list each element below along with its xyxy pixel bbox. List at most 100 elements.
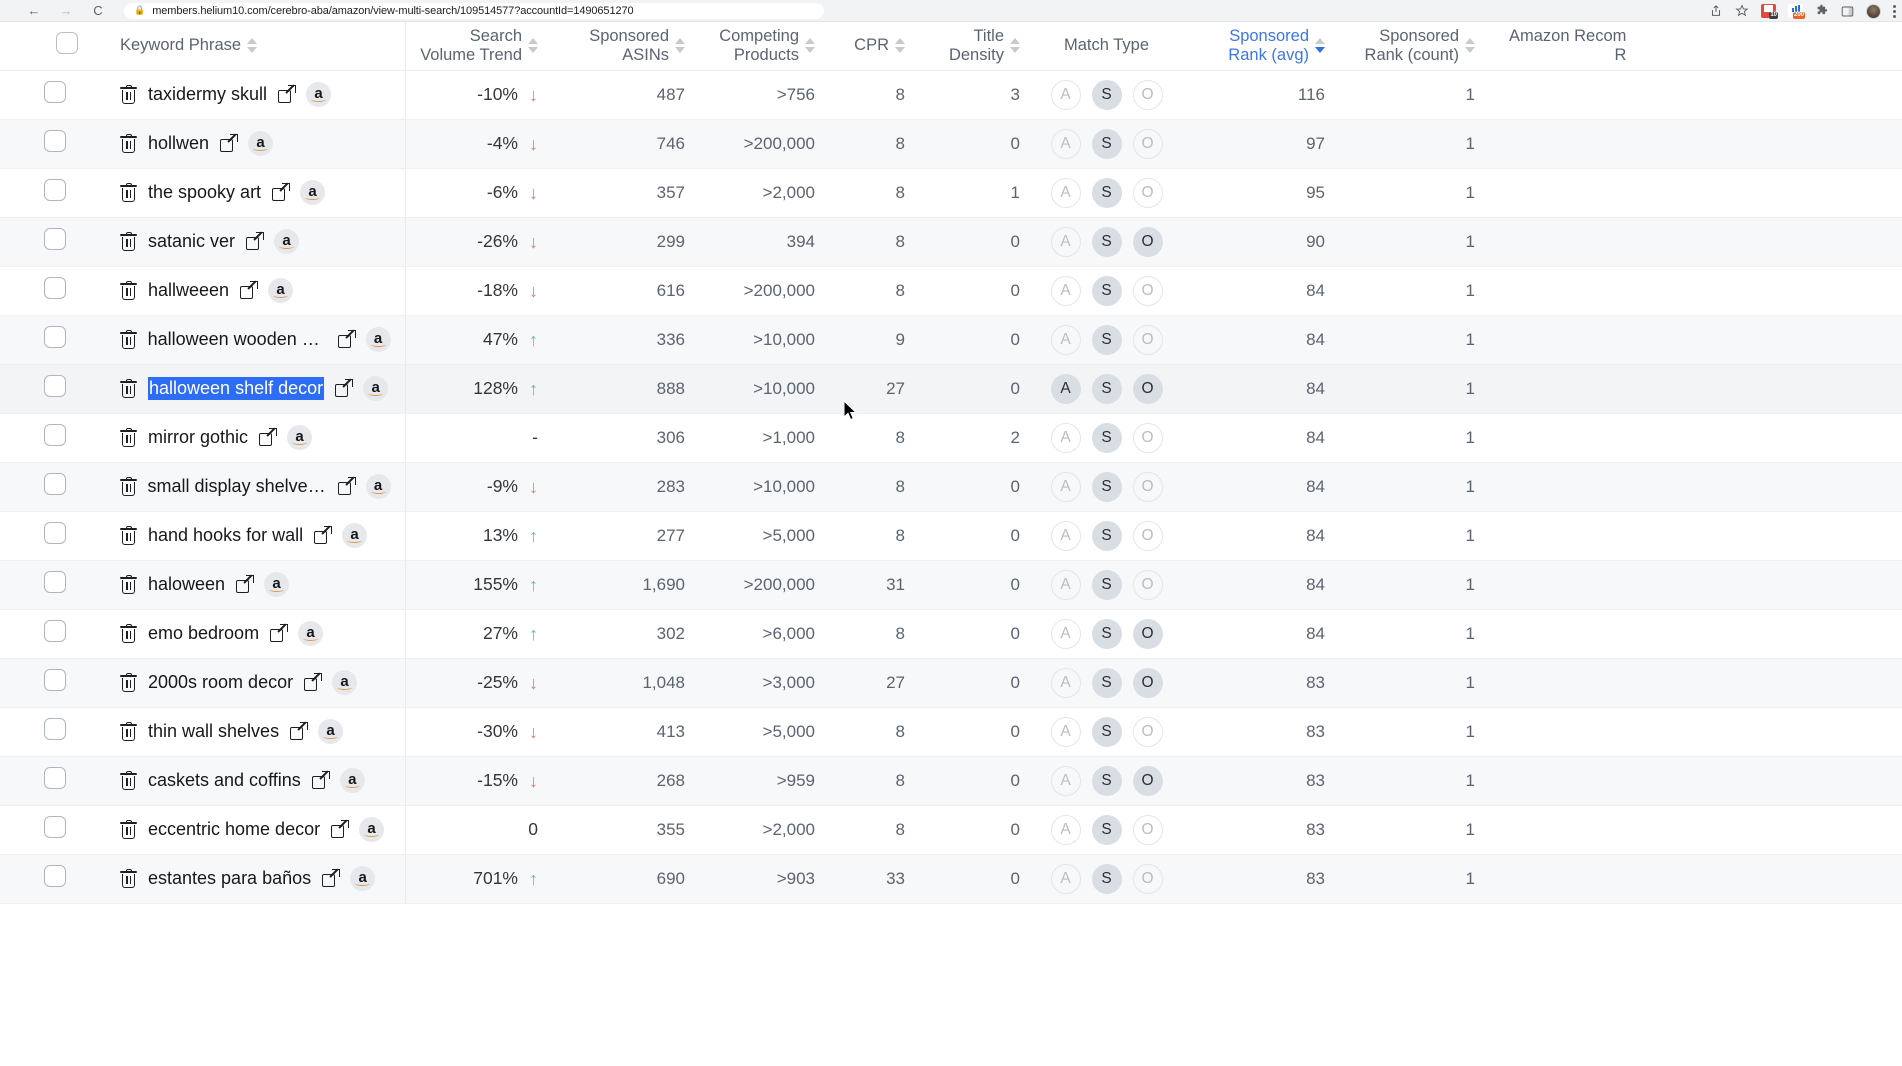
sort-arrows-cpr[interactable] [895, 38, 905, 53]
amazon-badge-icon[interactable]: a [350, 866, 375, 891]
amazon-badge-icon[interactable]: a [300, 180, 325, 205]
table-row[interactable]: estantes para bañosa701%↑690>903330ASO83… [0, 854, 1902, 903]
trash-icon[interactable] [120, 526, 137, 545]
amazon-badge-icon[interactable]: a [264, 572, 289, 597]
external-link-icon[interactable] [272, 184, 289, 201]
external-link-icon[interactable] [240, 282, 257, 299]
keyword-text[interactable]: haloween [148, 574, 225, 595]
keyword-text[interactable]: hand hooks for wall [148, 525, 303, 546]
row-checkbox[interactable] [44, 277, 66, 299]
trash-icon[interactable] [120, 673, 137, 692]
amazon-badge-icon[interactable]: a [366, 474, 391, 499]
header-sponsored-rank-avg[interactable]: Sponsored Rank (avg) [1179, 22, 1339, 70]
match-type-pill-a[interactable]: A [1051, 472, 1081, 502]
match-type-pill-s[interactable]: S [1092, 374, 1122, 404]
amazon-badge-icon[interactable]: a [318, 719, 343, 744]
header-keyword-phrase[interactable]: Keyword Phrase [90, 22, 405, 70]
amazon-badge-icon[interactable]: a [340, 768, 365, 793]
match-type-pill-a[interactable]: A [1051, 374, 1081, 404]
keyword-text[interactable]: hallweeen [148, 280, 229, 301]
match-type-pill-a[interactable]: A [1051, 766, 1081, 796]
match-type-pill-o[interactable]: O [1133, 227, 1163, 257]
match-type-pill-s[interactable]: S [1092, 178, 1122, 208]
match-type-pill-s[interactable]: S [1092, 570, 1122, 600]
row-checkbox[interactable] [44, 522, 66, 544]
external-link-icon[interactable] [338, 478, 355, 495]
amazon-badge-icon[interactable]: a [366, 327, 391, 352]
sort-arrows-svt[interactable] [528, 38, 538, 53]
back-arrow-icon[interactable]: ← [26, 3, 42, 19]
match-type-pill-a[interactable]: A [1051, 570, 1081, 600]
match-type-pill-s[interactable]: S [1092, 521, 1122, 551]
match-type-pill-o[interactable]: O [1133, 325, 1163, 355]
match-type-pill-a[interactable]: A [1051, 423, 1081, 453]
forward-arrow-icon[interactable]: → [58, 3, 74, 19]
match-type-pill-a[interactable]: A [1051, 668, 1081, 698]
header-amazon-recommended-rank[interactable]: Amazon Recom R [1489, 22, 1902, 70]
table-row[interactable]: hallweeena-18%↓616>200,00080ASO841 [0, 266, 1902, 315]
header-sponsored-rank-count[interactable]: Sponsored Rank (count) [1339, 22, 1489, 70]
header-competing-products[interactable]: Competing Products [699, 22, 829, 70]
share-icon[interactable] [1709, 4, 1723, 18]
table-row[interactable]: haloweena155%↑1,690>200,000310ASO841 [0, 560, 1902, 609]
external-link-icon[interactable] [270, 625, 287, 642]
keyword-text[interactable]: thin wall shelves [148, 721, 279, 742]
keyword-text[interactable]: mirror gothic [148, 427, 248, 448]
keyword-text[interactable]: caskets and coffins [148, 770, 301, 791]
sort-arrows-rank-count[interactable] [1465, 38, 1475, 53]
table-row[interactable]: halloween wooden cr...a47%↑336>10,00090A… [0, 315, 1902, 364]
match-type-pill-s[interactable]: S [1092, 227, 1122, 257]
keyword-text[interactable]: satanic ver [148, 231, 235, 252]
external-link-icon[interactable] [338, 331, 355, 348]
match-type-pill-a[interactable]: A [1051, 325, 1081, 355]
header-title-density[interactable]: Title Density [919, 22, 1034, 70]
external-link-icon[interactable] [259, 429, 276, 446]
table-row[interactable]: mirror gothica-306>1,00082ASO841 [0, 413, 1902, 462]
sort-arrows-rank-avg[interactable] [1315, 38, 1325, 53]
table-row[interactable]: small display shelves...a-9%↓283>10,0008… [0, 462, 1902, 511]
row-checkbox[interactable] [44, 620, 66, 642]
amazon-badge-icon[interactable]: a [342, 523, 367, 548]
keyword-text[interactable]: halloween shelf decor [148, 377, 324, 400]
extensions-puzzle-icon[interactable] [1815, 4, 1829, 18]
keyword-text[interactable]: eccentric home decor [148, 819, 320, 840]
sort-arrows-keyword[interactable] [247, 38, 257, 53]
match-type-pill-o[interactable]: O [1133, 668, 1163, 698]
row-checkbox[interactable] [44, 130, 66, 152]
match-type-pill-o[interactable]: O [1133, 815, 1163, 845]
amazon-badge-icon[interactable]: a [268, 278, 293, 303]
trash-icon[interactable] [120, 281, 137, 300]
keyword-text[interactable]: small display shelves... [148, 476, 327, 497]
extension-badge-1[interactable]: 10 [1761, 4, 1776, 18]
table-row[interactable]: emo bedrooma27%↑302>6,00080ASO841 [0, 609, 1902, 658]
keyword-text[interactable]: emo bedroom [148, 623, 259, 644]
trash-icon[interactable] [120, 428, 137, 447]
match-type-pill-o[interactable]: O [1133, 129, 1163, 159]
match-type-pill-a[interactable]: A [1051, 129, 1081, 159]
amazon-badge-icon[interactable]: a [287, 425, 312, 450]
match-type-pill-a[interactable]: A [1051, 227, 1081, 257]
external-link-icon[interactable] [290, 723, 307, 740]
match-type-pill-s[interactable]: S [1092, 472, 1122, 502]
profile-avatar[interactable] [1866, 4, 1881, 19]
match-type-pill-o[interactable]: O [1133, 521, 1163, 551]
amazon-badge-icon[interactable]: a [306, 82, 331, 107]
table-row[interactable]: eccentric home decora0355>2,00080ASO831 [0, 805, 1902, 854]
match-type-pill-a[interactable]: A [1051, 276, 1081, 306]
match-type-pill-o[interactable]: O [1133, 472, 1163, 502]
match-type-pill-o[interactable]: O [1133, 276, 1163, 306]
row-checkbox[interactable] [44, 424, 66, 446]
external-link-icon[interactable] [312, 772, 329, 789]
match-type-pill-s[interactable]: S [1092, 619, 1122, 649]
match-type-pill-s[interactable]: S [1092, 717, 1122, 747]
match-type-pill-o[interactable]: O [1133, 423, 1163, 453]
match-type-pill-s[interactable]: S [1092, 276, 1122, 306]
match-type-pill-s[interactable]: S [1092, 864, 1122, 894]
external-link-icon[interactable] [236, 576, 253, 593]
external-link-icon[interactable] [331, 821, 348, 838]
amazon-badge-icon[interactable]: a [274, 229, 299, 254]
match-type-pill-o[interactable]: O [1133, 570, 1163, 600]
match-type-pill-s[interactable]: S [1092, 129, 1122, 159]
match-type-pill-a[interactable]: A [1051, 521, 1081, 551]
external-link-icon[interactable] [220, 135, 237, 152]
